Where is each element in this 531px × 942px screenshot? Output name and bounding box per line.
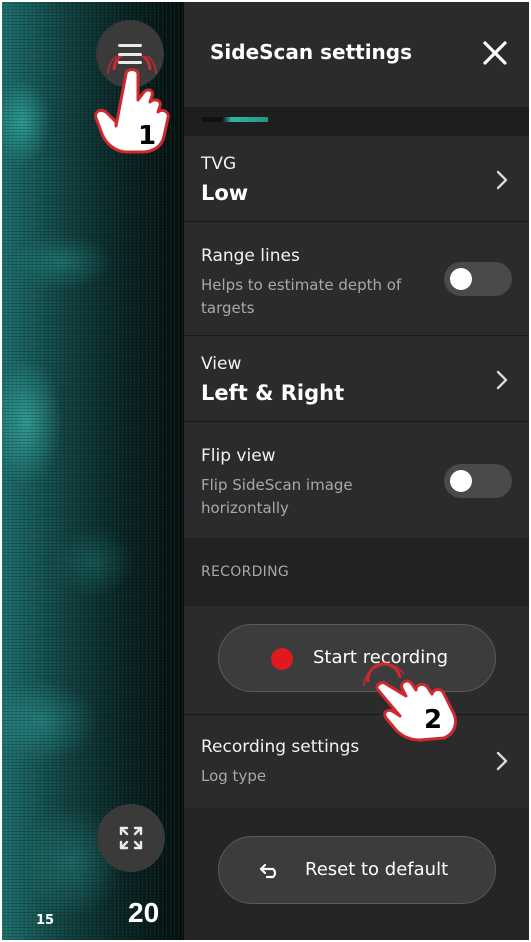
depth-scale-minor: 15: [36, 913, 55, 928]
panel-title: SideScan settings: [210, 40, 413, 64]
recording-settings-row[interactable]: Recording settings Log type: [184, 714, 529, 809]
view-label: View: [201, 354, 242, 374]
toggle-knob: [450, 470, 472, 492]
chevron-right-icon: [496, 170, 508, 190]
panel-header: SideScan settings: [184, 2, 529, 107]
tvg-label: TVG: [201, 154, 237, 174]
undo-icon: [259, 863, 277, 879]
step-2-number: 2: [424, 705, 442, 735]
recording-area: Start recording: [184, 606, 529, 714]
step-1-number: 1: [138, 121, 156, 151]
range-lines-label: Range lines: [201, 246, 300, 266]
palette-preview: [202, 117, 268, 122]
close-icon[interactable]: [480, 38, 510, 68]
recording-section-header: RECORDING: [184, 538, 529, 606]
recording-settings-label: Recording settings: [201, 737, 360, 757]
reset-area: Reset to default: [184, 808, 529, 940]
recording-settings-description: Log type: [201, 767, 267, 785]
reset-to-default-button[interactable]: Reset to default: [218, 836, 496, 904]
tvg-value: Low: [201, 181, 249, 205]
depth-scale-major: 20: [128, 897, 160, 928]
flip-view-toggle[interactable]: [444, 464, 512, 498]
range-lines-toggle[interactable]: [444, 262, 512, 296]
view-value: Left & Right: [201, 381, 345, 405]
expand-arrows-icon: [119, 826, 143, 850]
expand-button[interactable]: [97, 804, 165, 872]
chevron-right-icon: [496, 370, 508, 390]
sidescan-settings-panel: SideScan settings TVG Low Range lines He…: [184, 2, 529, 940]
range-lines-description: Helps to estimate depth of targets: [201, 276, 402, 317]
record-dot-icon: [271, 648, 293, 670]
flip-view-label: Flip view: [201, 446, 276, 466]
toggle-knob: [450, 268, 472, 290]
tvg-row[interactable]: TVG Low: [184, 135, 529, 222]
reset-label: Reset to default: [305, 859, 449, 880]
recording-section-label: RECORDING: [201, 564, 290, 580]
view-row[interactable]: View Left & Right: [184, 335, 529, 422]
flip-view-row: Flip view Flip SideScan image horizontal…: [184, 421, 529, 539]
range-lines-row: Range lines Helps to estimate depth of t…: [184, 221, 529, 336]
screen: 15 20 SideScan settings TVG Low Range li…: [0, 0, 531, 942]
flip-view-description: Flip SideScan image horizontally: [201, 476, 353, 517]
tap-hand-annotation-2: 2: [363, 662, 458, 742]
color-palette-strip: [184, 107, 529, 135]
tap-hand-annotation-1: 1: [94, 56, 170, 154]
chevron-right-icon: [496, 751, 508, 771]
